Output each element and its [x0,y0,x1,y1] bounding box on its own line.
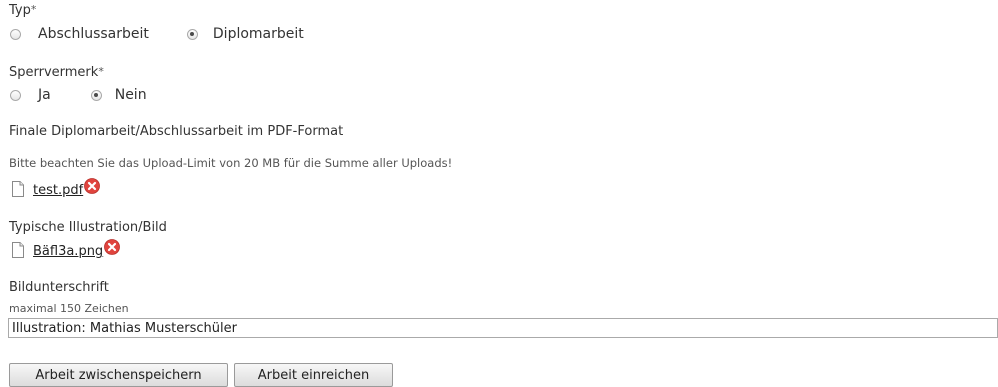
submit-button[interactable]: Arbeit einreichen [234,363,393,387]
required-mark: * [98,65,104,78]
radio-ja[interactable] [10,89,21,101]
illustration-file-link[interactable]: Bäfl3a.png [33,244,103,259]
caption-hint: maximal 150 Zeichen [9,302,129,315]
sperrvermerk-radio-group: Ja Nein [10,87,147,103]
radio-label-nein: Nein [114,87,147,103]
radio-abschlussarbeit[interactable] [10,28,21,40]
radio-label-ja: Ja [38,87,51,103]
pdf-file-row: test.pdf [11,177,101,198]
document-icon [11,180,25,197]
illustration-file-row: Bäfl3a.png [11,238,121,259]
radio-label-diplomarbeit: Diplomarbeit [212,26,304,42]
radio-diplomarbeit[interactable] [186,28,198,40]
required-mark: * [30,3,37,16]
typ-radio-group: Abschlussarbeit Diplomarbeit [10,26,304,42]
pdf-file-link[interactable]: test.pdf [33,183,83,198]
caption-input[interactable] [8,318,998,338]
document-icon [11,241,25,258]
illustration-heading: Typische Illustration/Bild [9,220,167,235]
save-draft-button[interactable]: Arbeit zwischenspeichern [9,363,228,387]
upload-limit-hint: Bitte beachten Sie das Upload-Limit von … [9,156,453,170]
caption-heading: Bildunterschrift [9,280,109,295]
radio-label-abschlussarbeit: Abschlussarbeit [38,26,149,42]
delete-icon[interactable] [84,177,101,194]
typ-label: Typ* [9,3,36,18]
pdf-heading: Finale Diplomarbeit/Abschlussarbeit im P… [9,124,344,139]
radio-nein[interactable] [90,89,102,101]
typ-label-text: Typ [9,3,31,18]
sperrvermerk-label-text: Sperrvermerk [9,65,99,80]
sperrvermerk-label: Sperrvermerk* [9,65,104,80]
delete-icon[interactable] [104,238,121,255]
